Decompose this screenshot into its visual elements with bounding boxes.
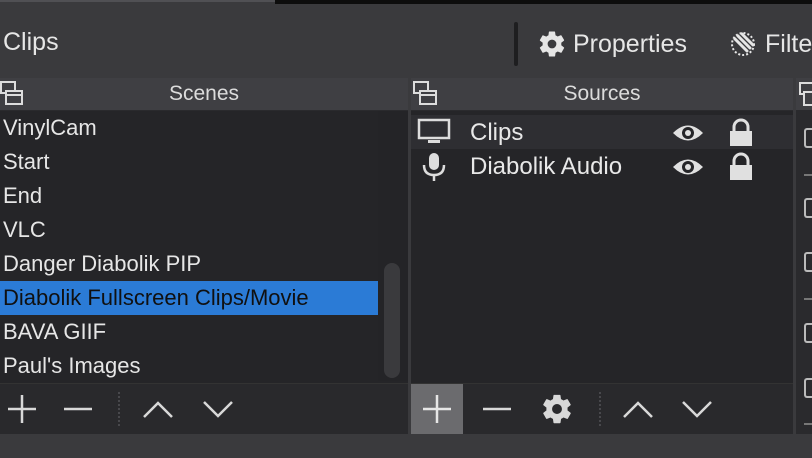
dock-float-icon[interactable] <box>411 80 441 106</box>
move-scene-down-button[interactable] <box>196 384 240 434</box>
move-source-down-button[interactable] <box>675 384 719 434</box>
sources-header: Sources <box>411 78 793 111</box>
scene-item-bava-giif[interactable]: BAVA GIIF <box>0 315 408 349</box>
remove-icon <box>64 407 92 411</box>
add-scene-button[interactable] <box>0 384 44 434</box>
mixer-control[interactable] <box>804 378 812 398</box>
mixer-control[interactable] <box>804 252 812 272</box>
toolbar-separator <box>514 22 518 66</box>
mixer-header <box>796 78 812 111</box>
move-up-icon <box>143 401 173 418</box>
move-source-up-button[interactable] <box>616 384 660 434</box>
display-icon <box>417 118 451 143</box>
scene-item-end[interactable]: End <box>0 179 408 213</box>
window-top-strip <box>0 0 812 12</box>
add-icon <box>423 395 451 423</box>
microphone-icon <box>422 153 446 181</box>
filters-label: Filte <box>765 29 812 58</box>
dock-float-icon[interactable] <box>0 80 24 106</box>
scene-item-pauls-images[interactable]: Paul's Images <box>0 349 408 383</box>
scene-item-start[interactable]: Start <box>0 145 408 179</box>
mixer-slider-track[interactable] <box>804 298 812 300</box>
source-label: Clips <box>470 119 524 146</box>
mixer-slider-track[interactable] <box>804 423 812 425</box>
source-properties-button[interactable] <box>535 384 579 434</box>
source-label: Diabolik Audio <box>470 153 623 180</box>
visibility-eye-icon[interactable] <box>671 156 705 178</box>
move-down-icon <box>203 401 233 418</box>
mixer-control[interactable] <box>804 198 812 218</box>
mixer-slider-track[interactable] <box>804 174 812 176</box>
scene-item-danger-diabolik-pip[interactable]: Danger Diabolik PIP <box>0 247 408 281</box>
properties-button[interactable]: Properties <box>537 26 687 62</box>
move-down-icon <box>682 401 712 418</box>
scene-item-vinylcam[interactable]: VinylCam <box>0 111 408 145</box>
footer-separator <box>599 392 601 426</box>
move-scene-up-button[interactable] <box>136 384 180 434</box>
source-item-clips[interactable]: Clips <box>411 115 793 149</box>
scene-item-diabolik-fullscreen[interactable]: Diabolik Fullscreen Clips/Movie <box>0 281 378 315</box>
gear-icon <box>539 31 565 57</box>
scenes-header: Scenes <box>0 78 408 111</box>
remove-icon <box>483 407 511 411</box>
scenes-dock: Scenes VinylCam Start End VLC Danger Dia… <box>0 78 408 434</box>
sources-dock: Sources Clips Diabolik Audio <box>411 78 793 434</box>
add-source-button[interactable] <box>411 384 463 434</box>
current-scene-label: Clips <box>3 28 59 56</box>
mixer-control[interactable] <box>804 128 812 148</box>
footer-separator <box>118 392 120 426</box>
scene-item-vlc[interactable]: VLC <box>0 213 408 247</box>
scenes-scroll-thumb[interactable] <box>384 263 400 378</box>
add-icon <box>8 395 36 423</box>
scenes-list: VinylCam Start End VLC Danger Diabolik P… <box>0 111 408 383</box>
filters-button[interactable]: Filte <box>729 26 812 62</box>
visibility-eye-icon[interactable] <box>671 122 705 144</box>
source-item-diabolik-audio[interactable]: Diabolik Audio <box>411 149 793 183</box>
scenes-scrollbar[interactable] <box>378 111 408 381</box>
sources-title: Sources <box>563 82 641 105</box>
remove-source-button[interactable] <box>475 384 519 434</box>
properties-label: Properties <box>573 29 687 58</box>
lock-icon[interactable] <box>728 118 754 148</box>
audio-mixer-dock-partial <box>796 78 812 434</box>
lock-icon[interactable] <box>728 152 754 182</box>
dock-float-icon[interactable] <box>796 81 812 107</box>
move-up-icon <box>623 401 653 418</box>
preview-bottom-edge <box>275 0 812 4</box>
sources-list: Clips Diabolik Audio <box>411 115 793 183</box>
gear-icon <box>543 394 571 424</box>
mixer-control[interactable] <box>804 323 812 343</box>
top-edge <box>0 0 275 2</box>
filters-icon <box>731 32 755 56</box>
remove-scene-button[interactable] <box>56 384 100 434</box>
sources-footer-toolbar <box>411 383 793 434</box>
scenes-footer-toolbar <box>0 383 408 434</box>
scenes-title: Scenes <box>168 82 240 105</box>
scene-toolbar: Clips Properties Filte <box>0 12 812 78</box>
